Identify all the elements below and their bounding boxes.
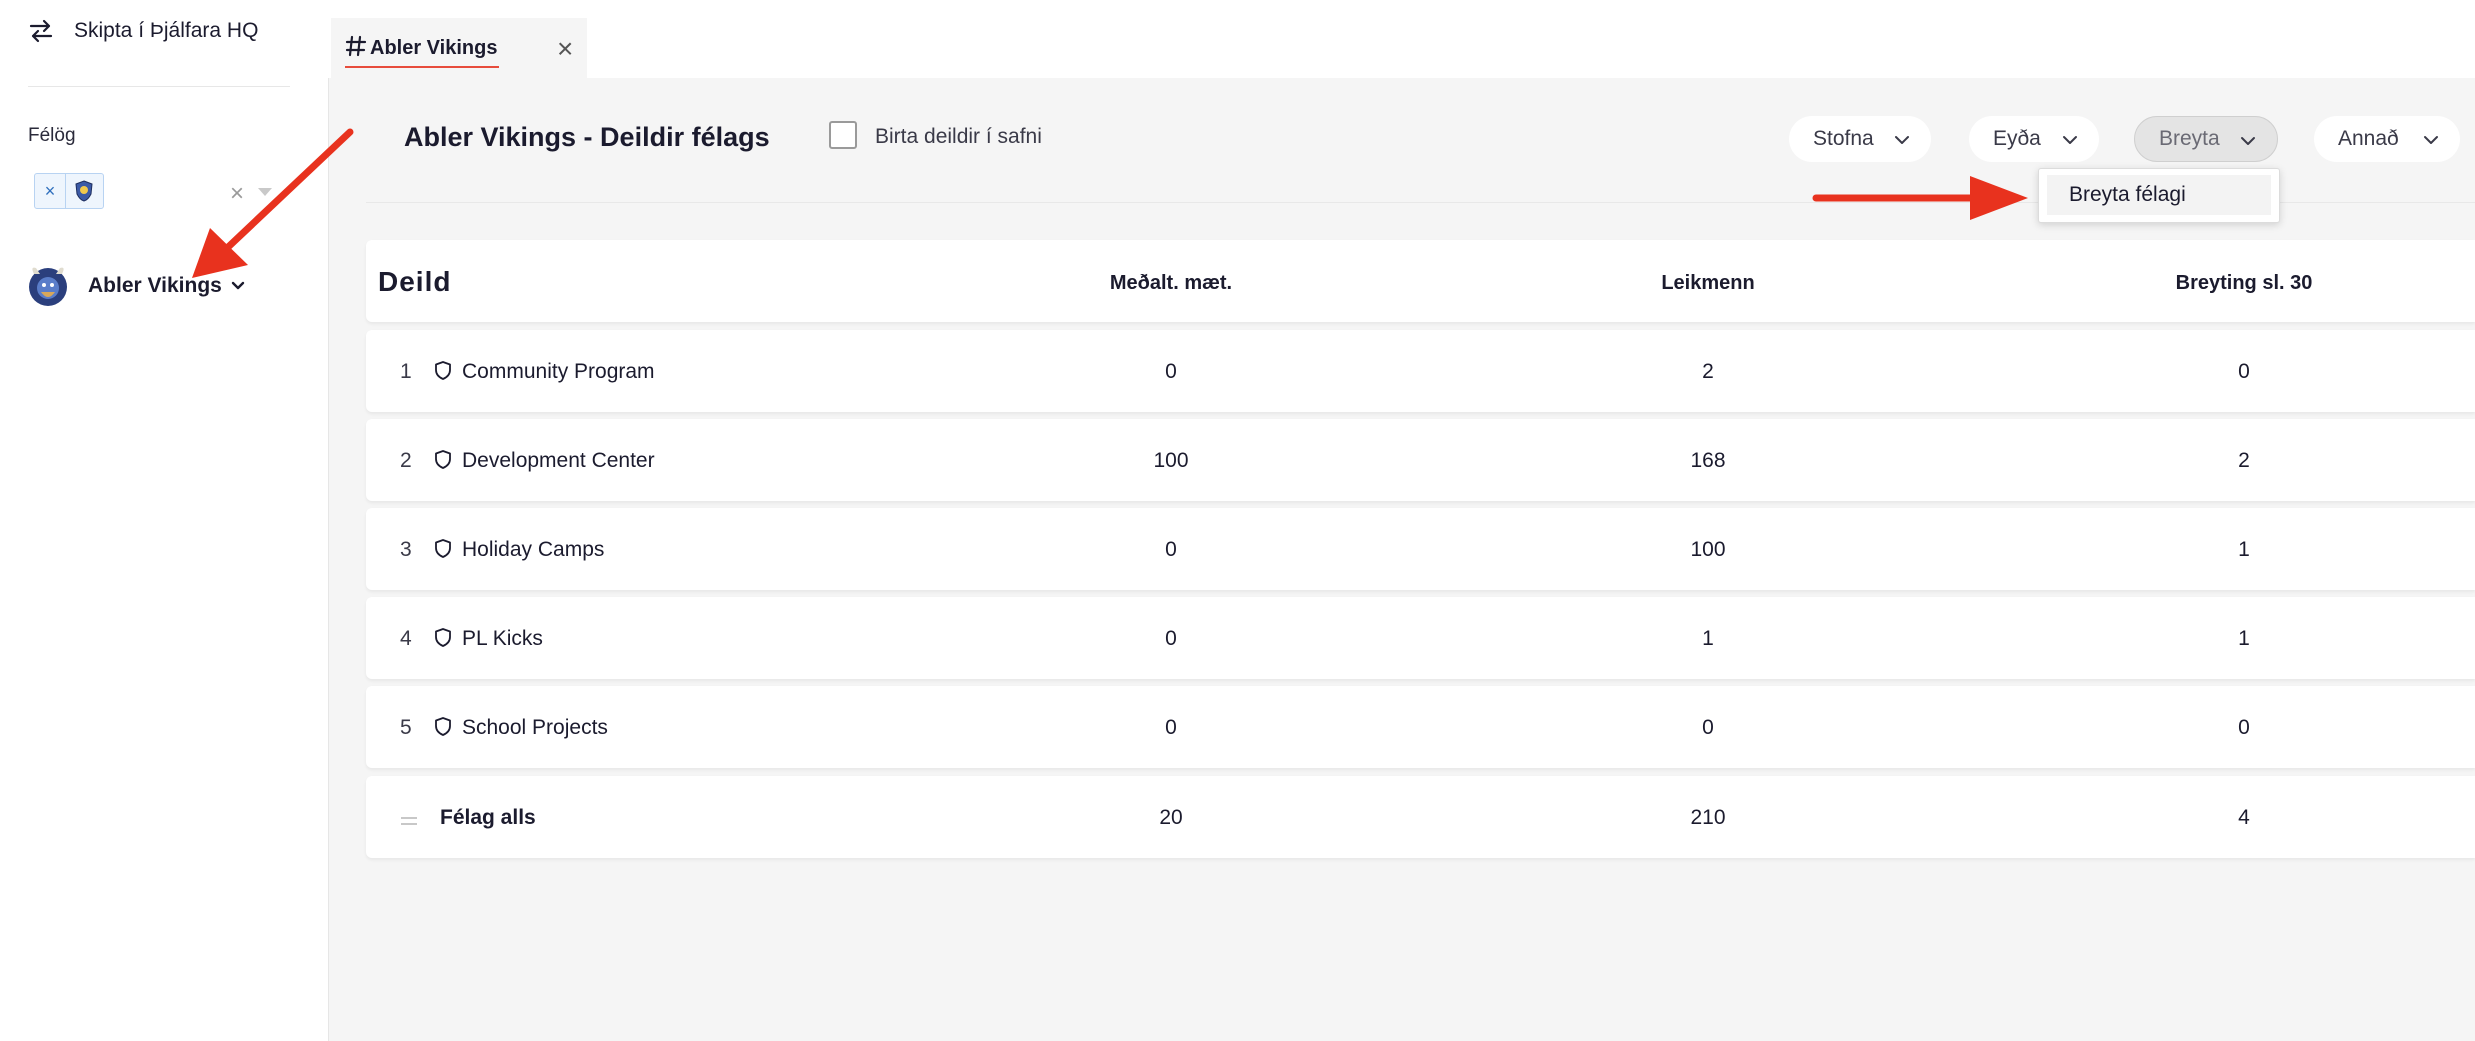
avg-attendance-value: 0 — [1165, 360, 1177, 383]
hash-icon — [345, 35, 367, 57]
table-row[interactable]: 3 Holiday Camps 0 100 1 — [366, 508, 2475, 590]
switch-label: Skipta í Þjálfara HQ — [74, 19, 259, 42]
table-total-row: Félag alls 20 210 4 — [366, 776, 2475, 858]
show-archived-label: Birta deildir í safni — [875, 125, 1042, 148]
row-number: 2 — [400, 449, 412, 472]
tab-bar: Abler Vikings × — [328, 0, 2475, 78]
shield-icon — [435, 450, 451, 469]
chevron-down-icon — [2424, 136, 2438, 144]
change-value: 0 — [2238, 716, 2250, 739]
column-header-change-30: Breyting sl. 30 — [2175, 272, 2313, 294]
delete-label: Eyða — [1993, 127, 2041, 150]
create-dropdown-button[interactable]: Stofna — [1789, 116, 1931, 162]
edit-dropdown-menu: Breyta félagi — [2038, 168, 2280, 223]
switch-arrows-icon — [29, 19, 53, 43]
sidebar-divider — [28, 86, 290, 87]
tab-abler-vikings[interactable]: Abler Vikings × — [331, 18, 587, 78]
column-header-avg-attendance: Meðalt. mæt. — [1109, 272, 1233, 294]
players-value: 168 — [1690, 449, 1726, 472]
change-value: 1 — [2238, 538, 2250, 561]
department-name[interactable]: Development Center — [462, 449, 655, 473]
shield-icon — [435, 628, 451, 647]
tab-close-button[interactable]: × — [557, 33, 573, 65]
chevron-down-icon — [2241, 137, 2255, 145]
column-header-players: Leikmenn — [1661, 272, 1755, 294]
delete-dropdown-button[interactable]: Eyða — [1969, 116, 2099, 162]
department-name[interactable]: PL Kicks — [462, 627, 543, 651]
annotation-arrow-icon — [1812, 176, 2028, 220]
department-name[interactable]: Holiday Camps — [462, 538, 604, 562]
players-value: 2 — [1702, 360, 1714, 383]
players-value: 100 — [1690, 538, 1726, 561]
chip-remove-button[interactable]: × — [35, 174, 66, 208]
players-value: 1 — [1702, 627, 1714, 650]
club-logo-small-icon — [75, 180, 93, 202]
avg-attendance-value: 0 — [1165, 538, 1177, 561]
switch-to-coach-hq-link[interactable]: Skipta í Þjálfara HQ — [28, 18, 258, 44]
shield-icon — [435, 539, 451, 558]
tab-active-underline — [345, 66, 499, 68]
create-label: Stofna — [1813, 127, 1874, 150]
table-row[interactable]: 1 Community Program 0 2 0 — [366, 330, 2475, 412]
clubs-label: Félög — [28, 125, 76, 146]
avg-attendance-value: 0 — [1165, 716, 1177, 739]
column-header-department: Deild — [378, 266, 452, 297]
players-value: 0 — [1702, 716, 1714, 739]
change-value: 1 — [2238, 627, 2250, 650]
chevron-down-icon — [2063, 136, 2077, 144]
shield-icon — [435, 361, 451, 380]
change-value: 2 — [2238, 449, 2250, 472]
table-row[interactable]: 2 Development Center 100 168 2 — [366, 419, 2475, 501]
row-number: 3 — [400, 538, 412, 561]
avg-attendance-value: 0 — [1165, 627, 1177, 650]
other-label: Annað — [2338, 127, 2399, 150]
avg-attendance-value: 100 — [1153, 449, 1189, 472]
table-row[interactable]: 4 PL Kicks 0 1 1 — [366, 597, 2475, 679]
annotation-arrow-icon — [192, 128, 354, 278]
other-dropdown-button[interactable]: Annað — [2314, 116, 2460, 162]
chevron-down-icon — [1895, 136, 1909, 144]
total-change: 4 — [2238, 806, 2250, 829]
total-label: Félag alls — [440, 806, 536, 829]
department-name[interactable]: School Projects — [462, 716, 608, 740]
total-avg-attendance: 20 — [1159, 806, 1183, 829]
change-value: 0 — [2238, 360, 2250, 383]
show-archived-checkbox[interactable] — [829, 121, 857, 149]
edit-club-menu-item[interactable]: Breyta félagi — [2047, 175, 2271, 215]
shield-icon — [435, 717, 451, 736]
page-title: Abler Vikings - Deildir félags — [404, 122, 770, 152]
total-players: 210 — [1690, 806, 1726, 829]
tab-title: Abler Vikings — [370, 37, 498, 59]
row-number: 1 — [400, 360, 412, 383]
club-logo-icon — [29, 267, 67, 306]
equals-icon — [401, 817, 417, 825]
edit-label: Breyta — [2159, 127, 2220, 150]
edit-dropdown-button[interactable]: Breyta — [2134, 116, 2278, 162]
row-number: 5 — [400, 716, 412, 739]
row-number: 4 — [400, 627, 412, 650]
selected-club-chip: × — [34, 173, 104, 209]
table-header: Deild Meðalt. mæt. Leikmenn Breyting sl.… — [366, 240, 2475, 322]
department-name[interactable]: Community Program — [462, 360, 655, 384]
table-row[interactable]: 5 School Projects 0 0 0 — [366, 686, 2475, 768]
